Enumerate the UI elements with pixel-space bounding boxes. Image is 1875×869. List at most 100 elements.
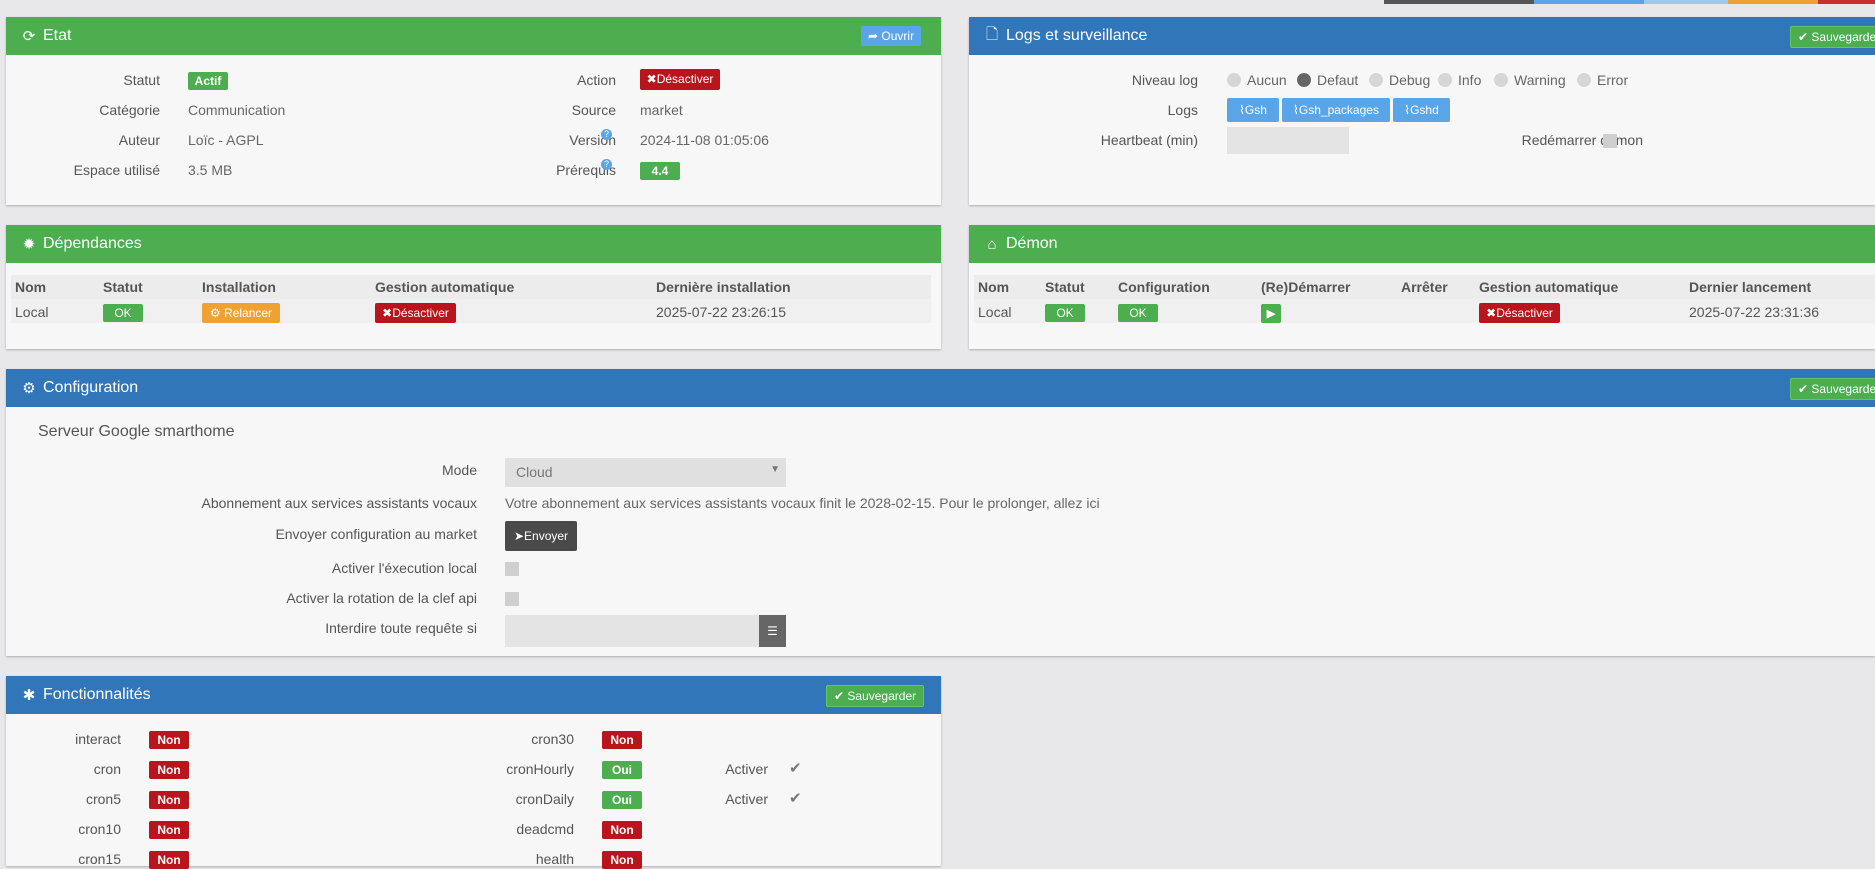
config-save-button[interactable]: ✔ Sauvegarder <box>1790 378 1875 400</box>
list-button[interactable]: ☰ <box>759 615 786 647</box>
dependances-panel: ✹ Dépendances Nom Statut Installation Ge… <box>6 225 941 349</box>
level-error-radio[interactable] <box>1577 73 1591 87</box>
heartbeat-input[interactable] <box>1227 127 1349 154</box>
caret-down-icon: ▼ <box>770 464 780 475</box>
logs-panel: 🗋 Logs et surveillance ✔ Sauvegarder Niv… <box>969 17 1875 205</box>
feature-status-badge: Non <box>149 731 189 749</box>
file-icon: 🗋 <box>985 25 999 43</box>
feature-name: cron10 <box>78 821 121 837</box>
help-icon[interactable]: ? <box>601 129 612 140</box>
feature-name: deadcmd <box>516 821 574 837</box>
feature-name: cron <box>93 761 121 777</box>
dep-col-nom: Nom <box>15 279 47 295</box>
dep-col-installation: Installation <box>202 279 276 295</box>
dep-col-gestion: Gestion automatique <box>375 279 515 295</box>
level-aucun-label: Aucun <box>1247 72 1287 88</box>
cogs-icon: ⚙ <box>22 380 36 397</box>
feature-status-badge: Non <box>602 851 642 869</box>
check-circle-icon: ✔ <box>1798 382 1809 396</box>
dem-col-redemarrer: (Re)Démarrer <box>1261 279 1351 295</box>
logs-header: 🗋 Logs et surveillance ✔ Sauvegarder <box>969 17 1875 55</box>
mode-label: Mode <box>441 462 477 478</box>
activer-checkbox[interactable]: ✔ <box>789 761 805 777</box>
dem-col-gestion: Gestion automatique <box>1479 279 1619 295</box>
level-defaut-radio[interactable] <box>1297 73 1311 87</box>
help-icon[interactable]: ? <box>601 159 612 170</box>
activer-label: Activer <box>725 791 768 807</box>
feature-status-badge: Non <box>149 821 189 839</box>
local-exec-label: Activer l'éxecution local <box>331 560 477 576</box>
demon-header: ⌂ Démon <box>969 225 1875 263</box>
dem-col-nom: Nom <box>978 279 1010 295</box>
close-icon: ✖ <box>1486 306 1497 320</box>
dem-col-dernier: Dernier lancement <box>1689 279 1812 295</box>
activer-checkbox[interactable]: ✔ <box>789 791 805 807</box>
version-value: 2024-11-08 01:05:06 <box>640 132 769 148</box>
dep-disable-button[interactable]: ✖Désactiver <box>375 303 456 323</box>
feature-name: cron15 <box>78 851 121 867</box>
statut-badge: Actif <box>188 72 228 90</box>
bicycle-icon: ⚙ <box>209 306 221 320</box>
dem-row-nom: Local <box>978 304 1012 320</box>
configuration-panel: ⚙ Configuration ✔ Sauvegarder Serveur Go… <box>6 369 1875 656</box>
close-icon: ✖ <box>382 306 393 320</box>
dependances-table-row <box>11 299 931 323</box>
dem-row-config-badge: OK <box>1118 304 1158 322</box>
fonctionnalites-title: Fonctionnalités <box>43 686 151 703</box>
log-gsh-button[interactable]: ⌇Gsh <box>1227 98 1279 122</box>
feature-status-badge: Non <box>149 761 189 779</box>
dependances-title: Dépendances <box>43 235 142 252</box>
envoyer-button[interactable]: ➤Envoyer <box>505 521 577 551</box>
auteur-label: Auteur <box>118 132 160 148</box>
fonct-save-button[interactable]: ✔ Sauvegarder <box>826 685 925 707</box>
categorie-value: Communication <box>188 102 286 118</box>
level-aucun-radio[interactable] <box>1227 73 1241 87</box>
restart-daemon-checkbox[interactable] <box>1603 134 1617 148</box>
demon-panel: ⌂ Démon Nom Statut Configuration (Re)Dém… <box>969 225 1875 349</box>
feature-status-badge: Non <box>149 851 189 869</box>
etat-panel: ⟳ Etat ➦ Ouvrir Statut Actif Catégorie C… <box>6 17 941 205</box>
mode-select[interactable]: Cloud ▼ <box>505 458 786 487</box>
action-disable-button[interactable]: ✖Désactiver <box>640 69 720 90</box>
interdire-input[interactable] <box>505 615 759 647</box>
log-gsh-packages-button[interactable]: ⌇Gsh_packages <box>1282 98 1390 122</box>
level-info-radio[interactable] <box>1438 73 1452 87</box>
version-label: Version <box>569 132 616 148</box>
rotation-label: Activer la rotation de la clef api <box>286 590 477 606</box>
dem-disable-button[interactable]: ✖Désactiver <box>1479 303 1560 323</box>
auteur-value: Loïc - AGPL <box>188 132 264 148</box>
level-debug-radio[interactable] <box>1369 73 1383 87</box>
dep-row-statut-badge: OK <box>103 304 143 322</box>
play-icon: ▶ <box>1266 308 1276 320</box>
level-debug-label: Debug <box>1389 72 1431 88</box>
feature-status-badge: Non <box>149 791 189 809</box>
log-gshd-button[interactable]: ⌇Gshd <box>1393 98 1450 122</box>
list-icon: ☰ <box>767 624 778 638</box>
action-label: Action <box>577 72 616 88</box>
feature-name: cron30 <box>531 731 574 747</box>
logs-save-button[interactable]: ✔ Sauvegarder <box>1790 26 1875 48</box>
feature-name: cron5 <box>85 791 121 807</box>
share-icon: ➦ <box>868 29 879 43</box>
espace-label: Espace utilisé <box>73 162 160 178</box>
statut-label: Statut <box>123 72 160 88</box>
dep-relaunch-button[interactable]: ⚙ Relancer <box>202 303 280 323</box>
level-warning-radio[interactable] <box>1494 73 1508 87</box>
feature-name: cronDaily <box>515 791 574 807</box>
dem-row-statut-badge: OK <box>1045 304 1085 322</box>
feature-name: interact <box>75 731 121 747</box>
open-button[interactable]: ➦ Ouvrir <box>861 26 922 46</box>
bank-icon: ⌂ <box>987 235 997 253</box>
local-exec-checkbox[interactable] <box>505 562 519 576</box>
source-label: Source <box>571 102 616 118</box>
source-value: market <box>640 102 683 118</box>
dem-row-dernier: 2025-07-22 23:31:36 <box>1689 304 1819 320</box>
level-warning-label: Warning <box>1514 72 1566 88</box>
dem-restart-button[interactable]: ▶ <box>1261 304 1281 323</box>
feature-name: cronHourly <box>506 761 574 777</box>
logs-label: Logs <box>1167 102 1198 118</box>
interdire-label: Interdire toute requête si <box>325 620 477 636</box>
feature-name: health <box>535 851 574 867</box>
rotation-checkbox[interactable] <box>505 592 519 606</box>
etat-header: ⟳ Etat ➦ Ouvrir <box>6 17 941 55</box>
